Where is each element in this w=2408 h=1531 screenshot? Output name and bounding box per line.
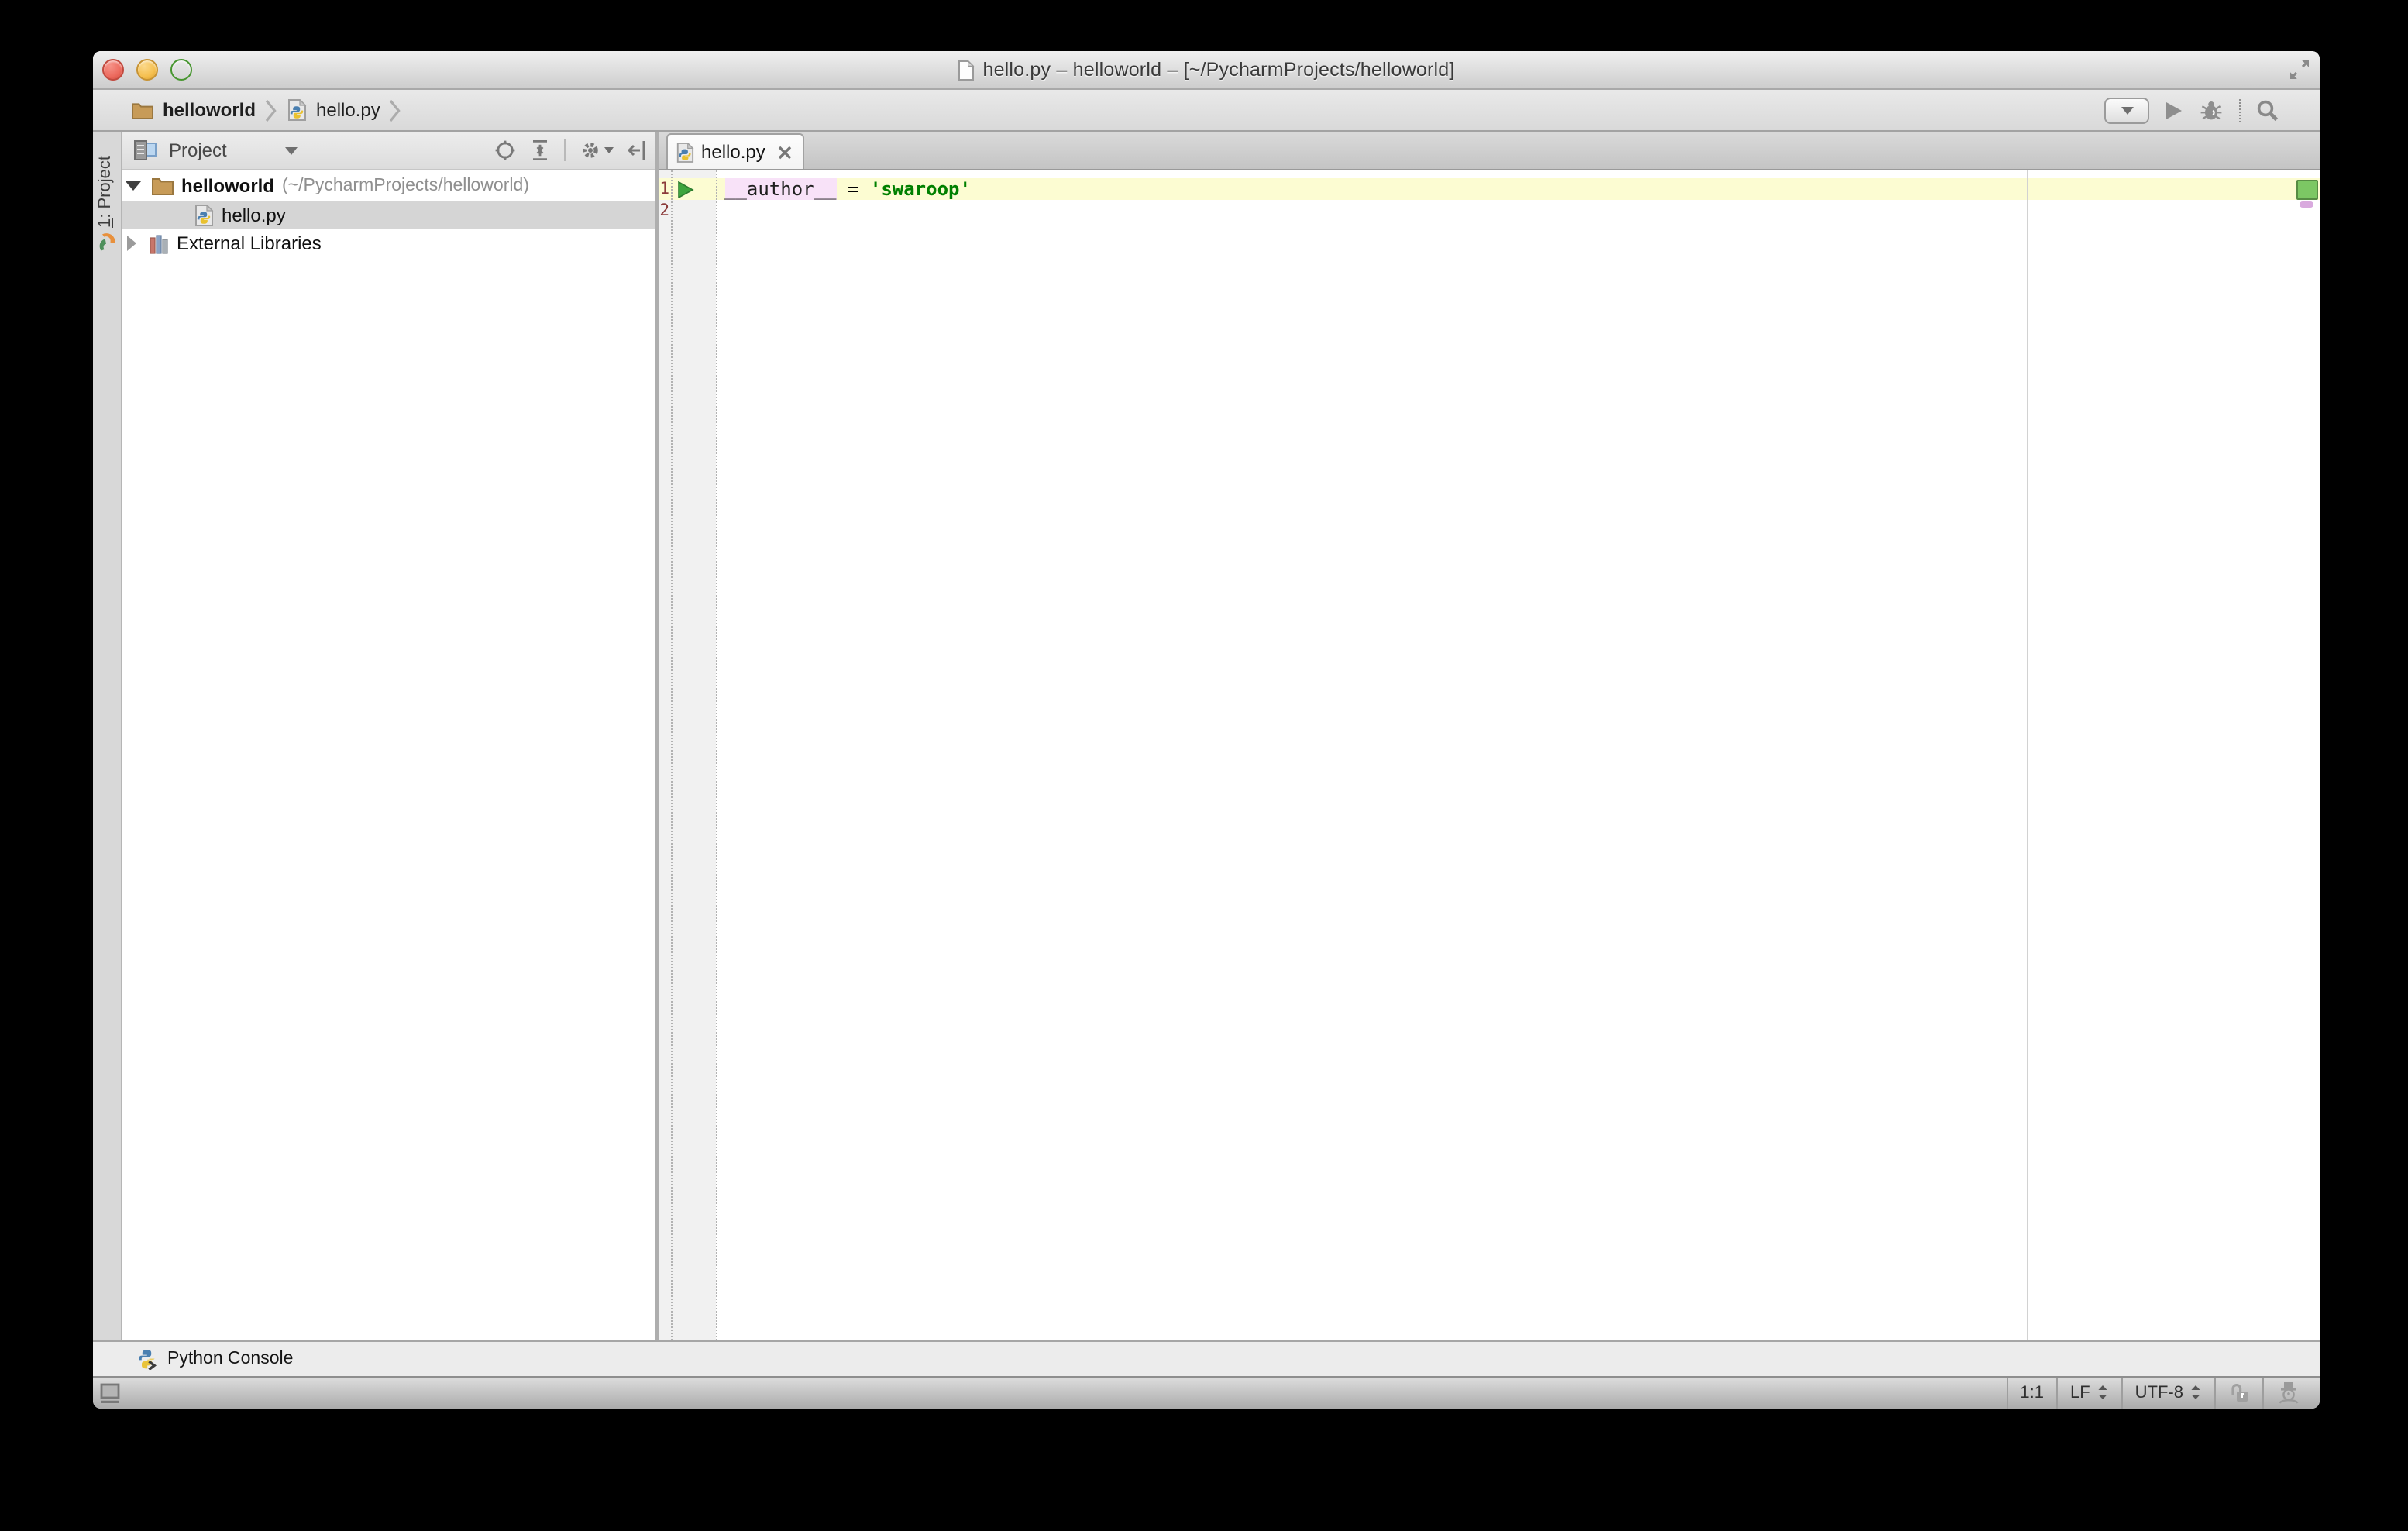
tool-window-stripe: 1: Project — [93, 132, 122, 1340]
breadcrumb-item-folder[interactable]: helloworld — [163, 99, 256, 121]
collapse-all-icon[interactable] — [530, 139, 550, 161]
tree-row-external-libraries[interactable]: External Libraries — [122, 229, 655, 258]
gutter-separator — [671, 170, 673, 1340]
tab-label: hello.py — [701, 141, 765, 163]
search-icon[interactable] — [2256, 98, 2279, 122]
pycharm-window: hello.py – helloworld – [~/PycharmProjec… — [93, 51, 2320, 1409]
collapsed-arrow-icon[interactable] — [127, 236, 136, 252]
line-number: 2 — [659, 200, 669, 222]
caret-position-widget[interactable]: 1:1 — [2006, 1377, 2056, 1409]
toolwindow-toggle-icon[interactable] — [99, 1382, 121, 1404]
toolbar-separator — [2239, 98, 2241, 122]
bottom-tool-window-bar: Python Console — [93, 1340, 2320, 1375]
traffic-lights — [102, 51, 192, 88]
up-down-arrows-icon — [2190, 1385, 2202, 1402]
line-ending-selector[interactable]: LF — [2056, 1377, 2121, 1409]
project-tree: helloworld (~/PycharmProjects/helloworld… — [122, 169, 655, 1340]
folder-icon — [152, 177, 174, 196]
python-console-icon — [136, 1348, 158, 1370]
editor-tab-bar: hello.py — [659, 132, 2320, 170]
document-icon — [958, 60, 975, 80]
debug-bug-button[interactable] — [2199, 98, 2224, 122]
code-editor[interactable]: 1 __author__ = 'swaroop' 2 — [659, 170, 2320, 1340]
inspection-status-indicator[interactable] — [2296, 179, 2318, 199]
project-panel: Project — [122, 132, 659, 1340]
unlock-icon — [2228, 1382, 2250, 1404]
project-panel-title[interactable]: Project — [169, 139, 227, 161]
code-line-2: 2 — [659, 200, 2320, 222]
code-line-1: 1 __author__ = 'swaroop' — [659, 178, 2320, 200]
locate-target-icon[interactable] — [494, 139, 516, 161]
chevron-down-icon — [604, 147, 614, 153]
breadcrumb-item-file[interactable]: hello.py — [316, 99, 380, 121]
token-string: 'swaroop' — [870, 178, 971, 200]
line-number: 1 — [659, 178, 669, 200]
right-margin-guide — [2027, 170, 2028, 1340]
tree-row-project-root[interactable]: helloworld (~/PycharmProjects/helloworld… — [122, 172, 655, 201]
fullscreen-icon[interactable] — [2289, 59, 2310, 81]
project-panel-header: Project — [122, 132, 655, 170]
token-variable: __author__ — [724, 178, 837, 200]
tree-row-hello-py[interactable]: hello.py — [122, 201, 655, 229]
python-console-button[interactable]: Python Console — [136, 1348, 293, 1370]
chevron-right-icon — [390, 98, 402, 122]
readonly-lock-widget[interactable] — [2214, 1377, 2262, 1409]
project-view-icon — [133, 139, 157, 161]
tool-window-button-project[interactable]: 1: Project — [96, 156, 115, 228]
tree-node-path: (~/PycharmProjects/helloworld) — [282, 177, 529, 196]
chevron-down-icon[interactable] — [286, 146, 298, 154]
zoom-window-button[interactable] — [170, 59, 192, 81]
run-configuration-dropdown[interactable] — [2104, 97, 2149, 123]
up-down-arrows-icon — [2097, 1385, 2109, 1402]
tree-node-label: hello.py — [222, 205, 286, 226]
tree-node-label: helloworld — [181, 176, 274, 198]
tab-hello-py[interactable]: hello.py — [666, 133, 803, 169]
settings-gear-button[interactable] — [580, 139, 614, 161]
libraries-icon — [149, 234, 169, 254]
close-window-button[interactable] — [102, 59, 124, 81]
inspector-profile-icon — [2276, 1381, 2301, 1405]
editor-gutter — [659, 170, 716, 1340]
code-text: __author__ = 'swaroop' — [724, 178, 971, 200]
hide-panel-icon[interactable] — [628, 139, 646, 161]
tree-node-label: External Libraries — [177, 233, 322, 255]
encoding-selector[interactable]: UTF-8 — [2121, 1377, 2214, 1409]
navigation-bar: helloworld hello.py — [93, 90, 2320, 132]
chevron-down-icon — [2121, 106, 2133, 114]
chevron-right-icon — [265, 98, 277, 122]
python-file-icon — [675, 142, 693, 162]
python-console-label: Python Console — [167, 1350, 293, 1368]
error-stripe-mark[interactable] — [2300, 201, 2313, 208]
pycharm-logo-icon — [96, 231, 118, 254]
window-title: hello.py – helloworld – [~/PycharmProjec… — [982, 59, 1454, 81]
editor-area: hello.py 1 — [659, 132, 2320, 1340]
status-bar: 1:1 LF UTF-8 — [93, 1375, 2320, 1409]
minimize-window-button[interactable] — [136, 59, 158, 81]
run-button[interactable] — [2165, 100, 2183, 120]
python-file-icon — [287, 99, 307, 121]
run-line-marker-icon[interactable] — [677, 181, 694, 198]
hector-inspector-widget[interactable] — [2262, 1377, 2320, 1409]
gutter-separator — [716, 170, 717, 1340]
token-operator: = — [837, 178, 870, 200]
folder-icon — [132, 101, 153, 119]
close-tab-icon[interactable] — [778, 145, 792, 159]
expanded-arrow-icon[interactable] — [126, 182, 141, 191]
breadcrumb: helloworld hello.py — [132, 98, 402, 122]
toolbar-separator — [564, 139, 566, 161]
title-bar[interactable]: hello.py – helloworld – [~/PycharmProjec… — [93, 51, 2320, 90]
python-file-icon — [194, 205, 214, 226]
